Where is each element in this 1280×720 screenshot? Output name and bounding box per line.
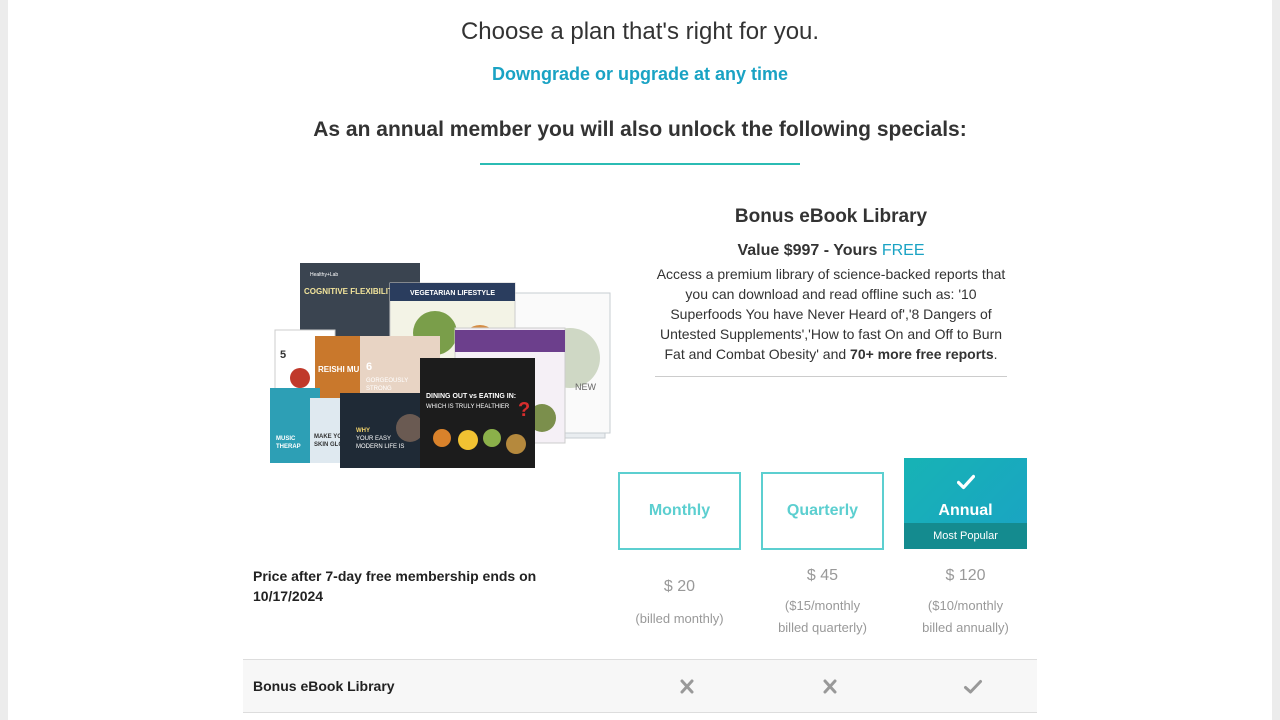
plan-annual-button[interactable]: Annual Most Popular	[904, 458, 1027, 549]
svg-text:THERAP: THERAP	[276, 444, 301, 450]
svg-text:STRONG: STRONG	[366, 386, 392, 392]
most-popular-badge: Most Popular	[904, 523, 1027, 549]
svg-text:Healthy+Lab: Healthy+Lab	[310, 272, 338, 278]
pricing-page: Choose a plan that's right for you. Down…	[8, 0, 1272, 720]
bonus-free-label: FREE	[881, 242, 925, 259]
x-icon	[680, 679, 694, 694]
svg-text:GORGEOUSLY: GORGEOUSLY	[366, 378, 408, 384]
svg-text:YOUR EASY: YOUR EASY	[356, 436, 391, 442]
bonus-value-text: Value $997 - Yours	[737, 242, 882, 259]
price-monthly-note: (billed monthly)	[635, 611, 724, 626]
price-monthly-amount: $ 20	[663, 578, 696, 595]
heading-divider	[480, 163, 800, 165]
bonus-desc-highlight: 70+ more free reports	[850, 346, 994, 362]
svg-text:?: ?	[518, 399, 530, 421]
svg-text:DINING OUT vs EATING IN:: DINING OUT vs EATING IN:	[426, 393, 516, 400]
price-annual-note-line1: ($10/monthly	[927, 598, 1004, 613]
bonus-divider	[655, 376, 1007, 377]
check-icon	[904, 474, 1027, 495]
plan-annual-label: Annual	[938, 502, 993, 519]
bonus-desc-end: .	[993, 346, 998, 362]
svg-text:NEW: NEW	[575, 382, 597, 392]
price-monthly: $ 20 (billed monthly)	[608, 578, 751, 630]
svg-text:WHY: WHY	[356, 428, 370, 434]
price-quarterly: $ 45 ($15/monthly billed quarterly)	[751, 567, 894, 639]
price-annual: $ 120 ($10/monthly billed annually)	[894, 567, 1037, 639]
plan-quarterly-button[interactable]: Quarterly	[761, 472, 884, 550]
plan-quarterly-label: Quarterly	[786, 502, 859, 519]
price-quarterly-note-line1: ($15/monthly	[784, 598, 861, 613]
page-subtitle: Downgrade or upgrade at any time	[491, 64, 789, 84]
plan-monthly-label: Monthly	[648, 502, 711, 519]
svg-text:WHICH IS TRULY HEALTHIER: WHICH IS TRULY HEALTHIER	[426, 404, 510, 410]
price-annual-note-line2: billed annually)	[922, 620, 1009, 635]
bonus-title: Bonus eBook Library	[734, 206, 928, 227]
price-row-label: Price after 7-day free membership ends o…	[253, 568, 537, 604]
svg-text:VEGETARIAN LIFESTYLE: VEGETARIAN LIFESTYLE	[410, 290, 495, 297]
price-quarterly-note-line2: billed quarterly)	[778, 620, 867, 635]
svg-text:REISHI MU: REISHI MU	[318, 365, 360, 374]
svg-text:COGNITIVE FLEXIBILITY:: COGNITIVE FLEXIBILITY:	[304, 287, 400, 296]
svg-text:MUSIC: MUSIC	[276, 436, 296, 442]
specials-heading: As an annual member you will also unlock…	[313, 118, 967, 141]
price-annual-note: ($10/monthly billed annually)	[894, 595, 1037, 639]
feature-row: Bonus eBook Library	[243, 659, 1037, 713]
ebook-library-image: NEW COGNITIVE FLEXIBILITY: Healthy+Lab V…	[270, 263, 611, 468]
plan-monthly-button[interactable]: Monthly	[618, 472, 741, 550]
price-quarterly-amount: $ 45	[806, 567, 839, 584]
bonus-description-text: Access a premium library of science-back…	[655, 264, 1007, 364]
svg-text:5: 5	[280, 349, 286, 361]
svg-text:SKIN GLO: SKIN GLO	[314, 442, 343, 448]
svg-text:6: 6	[366, 361, 372, 373]
page-title: Choose a plan that's right for you.	[460, 18, 820, 45]
price-quarterly-note: ($15/monthly billed quarterly)	[751, 595, 894, 639]
price-annual-amount: $ 120	[945, 567, 986, 584]
bonus-value: Value $997 - Yours FREE	[655, 242, 1007, 260]
check-icon	[964, 680, 982, 694]
feature-label: Bonus eBook Library	[253, 678, 395, 694]
svg-text:MODERN LIFE IS: MODERN LIFE IS	[356, 444, 404, 450]
x-icon	[823, 679, 837, 694]
bonus-description: Bonus eBook Library Value $997 - Yours F…	[655, 206, 1007, 364]
